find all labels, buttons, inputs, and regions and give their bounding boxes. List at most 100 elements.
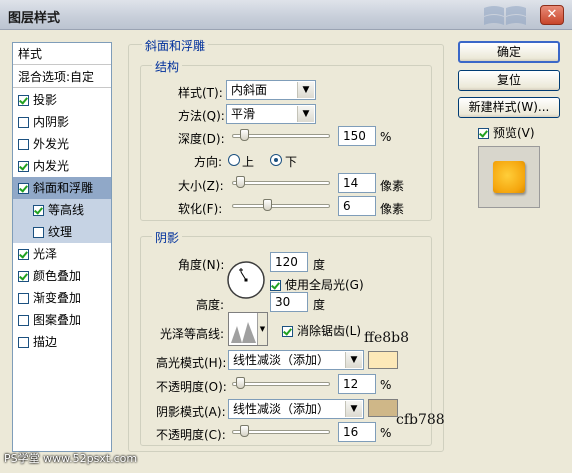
style-select-value: 内斜面: [231, 83, 268, 97]
highlight-opacity-unit: %: [380, 378, 392, 392]
sidebar-item-label: 内阴影: [33, 115, 70, 129]
direction-up-radio[interactable]: [228, 154, 240, 166]
style-list: 样式 混合选项:自定 投影 内阴影 外发光 内发光 斜面和浮雕 等高线 纹理 光…: [12, 42, 112, 452]
highlight-hex-annotation: ffe8b8: [364, 330, 410, 346]
preview-swatch: [493, 161, 525, 193]
gloss-contour-label: 光泽等高线:: [160, 327, 225, 341]
chevron-down-icon: ▼: [257, 313, 267, 345]
direction-label: 方向:: [194, 155, 223, 169]
anti-alias-option[interactable]: 消除锯齿(L): [282, 322, 361, 339]
sidebar-item-texture[interactable]: 纹理: [13, 221, 111, 243]
window-title: 图层样式: [8, 11, 61, 26]
direction-up-label: 上: [242, 155, 255, 169]
global-light-label: 使用全局光(G): [285, 278, 364, 292]
sidebar-item-label: 内发光: [33, 159, 70, 173]
shadow-opacity-input[interactable]: 16: [338, 422, 376, 442]
chevron-down-icon: ▼: [345, 401, 362, 417]
checkbox-outer-glow[interactable]: [18, 139, 29, 150]
checkbox-gradient-overlay[interactable]: [18, 293, 29, 304]
checkbox-bevel-emboss[interactable]: [18, 183, 29, 194]
sidebar-item-outer-glow[interactable]: 外发光: [13, 133, 111, 155]
sidebar-item-pattern-overlay[interactable]: 图案叠加: [13, 309, 111, 331]
checkbox-anti-alias[interactable]: [282, 326, 293, 337]
altitude-input[interactable]: 30: [270, 292, 308, 312]
style-preview: [478, 146, 540, 208]
sidebar-item-label: 图案叠加: [33, 313, 82, 327]
chevron-down-icon: ▼: [345, 352, 362, 368]
shadow-color-swatch[interactable]: [368, 399, 398, 417]
checkbox-stroke[interactable]: [18, 337, 29, 348]
highlight-mode-select[interactable]: 线性减淡（添加） ▼: [228, 350, 364, 370]
highlight-mode-value: 线性减淡（添加）: [233, 353, 330, 367]
blending-options-item[interactable]: 混合选项:自定: [13, 66, 111, 88]
sidebar-item-gradient-overlay[interactable]: 渐变叠加: [13, 287, 111, 309]
gloss-contour-picker[interactable]: ▼: [228, 312, 268, 346]
highlight-opacity-handle[interactable]: [236, 377, 245, 389]
size-slider-track[interactable]: [232, 181, 330, 185]
checkbox-pattern-overlay[interactable]: [18, 315, 29, 326]
preview-label: 预览(V): [493, 126, 535, 140]
angle-unit: 度: [313, 258, 326, 272]
highlight-opacity-track[interactable]: [232, 382, 330, 386]
style-select[interactable]: 内斜面 ▼: [226, 80, 316, 100]
watermark-text: PS学堂 www.52psxt.com: [4, 452, 138, 465]
style-list-header[interactable]: 样式: [13, 43, 111, 65]
chevron-down-icon: ▼: [297, 82, 314, 98]
depth-input[interactable]: 150: [338, 126, 376, 146]
checkbox-contour[interactable]: [33, 205, 44, 216]
angle-input[interactable]: 120: [270, 252, 308, 272]
shadow-mode-select[interactable]: 线性减淡（添加） ▼: [228, 399, 364, 419]
checkbox-satin[interactable]: [18, 249, 29, 260]
highlight-opacity-input[interactable]: 12: [338, 374, 376, 394]
sidebar-item-label: 描边: [33, 335, 58, 349]
direction-down-radio[interactable]: [270, 154, 282, 166]
soften-label: 软化(F):: [178, 202, 223, 216]
chevron-down-icon: ▼: [297, 106, 314, 122]
contour-preview-icon: [231, 322, 256, 343]
sidebar-item-label: 外发光: [33, 137, 70, 151]
ok-button[interactable]: 确定: [458, 41, 560, 63]
sidebar-item-color-overlay[interactable]: 颜色叠加: [13, 265, 111, 287]
reset-button[interactable]: 复位: [458, 70, 560, 91]
shadow-opacity-handle[interactable]: [240, 425, 249, 437]
size-input[interactable]: 14: [338, 173, 376, 193]
sidebar-item-drop-shadow[interactable]: 投影: [13, 89, 111, 111]
checkbox-color-overlay[interactable]: [18, 271, 29, 282]
size-unit: 像素: [380, 179, 405, 193]
sidebar-item-satin[interactable]: 光泽: [13, 243, 111, 265]
checkbox-preview[interactable]: [478, 128, 489, 139]
soften-input[interactable]: 6: [338, 196, 376, 216]
depth-slider-handle[interactable]: [240, 129, 249, 141]
sidebar-item-inner-glow[interactable]: 内发光: [13, 155, 111, 177]
checkbox-drop-shadow[interactable]: [18, 95, 29, 106]
checkbox-global-light[interactable]: [270, 280, 281, 291]
sidebar-item-label: 斜面和浮雕: [33, 181, 94, 195]
sidebar-item-label: 等高线: [48, 203, 85, 217]
highlight-color-swatch[interactable]: [368, 351, 398, 369]
checkbox-texture[interactable]: [33, 227, 44, 238]
global-light-option[interactable]: 使用全局光(G): [270, 276, 364, 293]
method-label: 方法(Q):: [178, 109, 225, 123]
preview-option[interactable]: 预览(V): [478, 124, 535, 141]
close-button[interactable]: ✕: [540, 5, 564, 25]
shadow-mode-label: 阴影模式(A):: [156, 405, 226, 419]
checkbox-inner-shadow[interactable]: [18, 117, 29, 128]
size-slider-handle[interactable]: [236, 176, 245, 188]
sidebar-item-inner-shadow[interactable]: 内阴影: [13, 111, 111, 133]
angle-dial-icon[interactable]: [226, 260, 266, 300]
direction-down-label: 下: [285, 155, 298, 169]
sidebar-item-label: 颜色叠加: [33, 269, 82, 283]
bevel-emboss-title: 斜面和浮雕: [142, 37, 209, 54]
checkbox-inner-glow[interactable]: [18, 161, 29, 172]
shadow-opacity-label: 不透明度(C):: [156, 428, 226, 442]
sidebar-item-contour[interactable]: 等高线: [13, 199, 111, 221]
sidebar-item-bevel-emboss[interactable]: 斜面和浮雕: [13, 177, 111, 199]
new-style-button[interactable]: 新建样式(W)...: [458, 97, 560, 118]
style-label: 样式(T):: [178, 86, 223, 100]
shadow-hex-annotation: cfb788: [396, 412, 445, 428]
sidebar-item-stroke[interactable]: 描边: [13, 331, 111, 353]
highlight-mode-label: 高光模式(H):: [156, 356, 227, 370]
soften-slider-handle[interactable]: [263, 199, 272, 211]
method-select[interactable]: 平滑 ▼: [226, 104, 316, 124]
soften-slider-track[interactable]: [232, 204, 330, 208]
